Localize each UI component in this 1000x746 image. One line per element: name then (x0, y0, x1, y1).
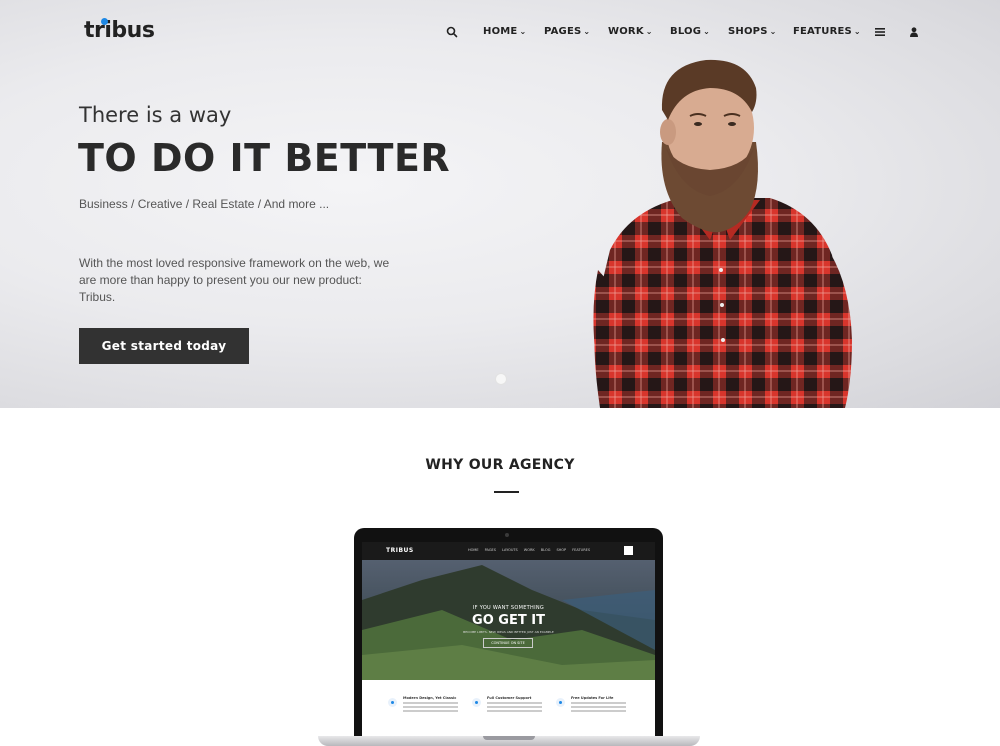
hero-headline: TO DO IT BETTER (78, 136, 451, 180)
user-icon (388, 698, 397, 707)
nav-item-label: BLOG (670, 26, 702, 37)
screen-brand: TRIBUS (386, 547, 414, 554)
nav-item-shops[interactable]: SHOPS ⌄ (728, 26, 777, 37)
screen-nav-link: LAYOUTS (502, 548, 518, 552)
screen-feature-title: Full Customer Support (487, 696, 532, 700)
hero-eyebrow: There is a way (79, 103, 232, 127)
nav-item-work[interactable]: WORK ⌄ (608, 26, 653, 37)
nav-item-label: FEATURES (793, 26, 852, 37)
nav-item-label: WORK (608, 26, 644, 37)
nav-item-blog[interactable]: BLOG ⌄ (670, 26, 710, 37)
screen-eyebrow: IF YOU WANT SOMETHING (472, 605, 545, 611)
screen-nav-link: WORK (523, 548, 535, 552)
screen-nav-link: BLOG (540, 548, 551, 552)
laptop-bezel: TRIBUS HOME PAGES LAYOUTS WORK BLOG SHOP… (354, 528, 663, 738)
screen-nav: TRIBUS HOME PAGES LAYOUTS WORK BLOG SHOP… (362, 542, 655, 560)
screen-nav-link: HOME (468, 548, 479, 552)
user-icon[interactable] (908, 26, 920, 38)
user-icon (472, 698, 481, 707)
screen-feature: Free Updates For Life (556, 696, 646, 726)
nav-item-label: PAGES (544, 26, 582, 37)
nav-item-features[interactable]: FEATURES ⌄ (793, 26, 861, 37)
screen-feature: Full Customer Support (472, 696, 562, 726)
screen-feature-title: Modern Design, Yet Classic (403, 696, 457, 700)
screen-nav-link: SHOP (556, 548, 567, 552)
screen-feature-title: Free Updates For Life (571, 696, 614, 700)
chevron-down-icon: ⌄ (703, 27, 711, 36)
chevron-down-icon: ⌄ (769, 27, 777, 36)
screen-subline: BECOME LIMITS. NEW IDEAS AND BETTER JUST… (463, 630, 554, 634)
screen-nav-link: FEATURES (572, 548, 591, 552)
screen-feature: Modern Design, Yet Classic (388, 696, 478, 726)
chevron-down-icon: ⌄ (853, 27, 861, 36)
laptop-notch (483, 736, 535, 740)
nav-item-pages[interactable]: PAGES ⌄ (544, 26, 590, 37)
nav-item-home[interactable]: HOME ⌄ (483, 26, 526, 37)
camera-dot (505, 533, 509, 537)
screen-continue-button: CONTINUE ON SITE (483, 638, 533, 648)
nav-item-label: SHOPS (728, 26, 768, 37)
nav-item-label: HOME (483, 26, 518, 37)
hamburger-icon[interactable] (874, 26, 886, 38)
laptop-mockup: TRIBUS HOME PAGES LAYOUTS WORK BLOG SHOP… (318, 528, 700, 746)
screen-nav-button (624, 546, 633, 555)
get-started-button[interactable]: Get started today (79, 328, 249, 364)
hero-section: tribus HOME ⌄ PAGES ⌄ WORK ⌄ BLOG ⌄ SHOPS ⌄ F… (0, 0, 1000, 408)
section-title: WHY OUR AGENCY (425, 457, 575, 473)
screen-nav-links: HOME PAGES LAYOUTS WORK BLOG SHOP FEATUR… (468, 548, 590, 552)
hero-description: With the most loved responsive framework… (79, 256, 390, 304)
chevron-down-icon: ⌄ (583, 27, 591, 36)
hero-subline: Business / Creative / Real Estate / And … (79, 197, 330, 211)
hero-person-image (593, 59, 852, 408)
screen-feature-text (571, 702, 626, 704)
section-divider (494, 491, 519, 493)
screen-feature-text (487, 702, 542, 704)
search-icon[interactable] (446, 26, 458, 38)
main-nav: HOME ⌄ PAGES ⌄ WORK ⌄ BLOG ⌄ SHOPS ⌄ FEATURES… (0, 26, 1000, 40)
screen-nav-link: PAGES (484, 548, 496, 552)
laptop-screen: TRIBUS HOME PAGES LAYOUTS WORK BLOG SHOP… (362, 542, 655, 738)
slider-dot[interactable] (495, 373, 507, 385)
logo-dot (101, 18, 108, 25)
screen-feature-text (403, 702, 458, 704)
chevron-down-icon: ⌄ (645, 27, 653, 36)
screen-headline: GO GET IT (472, 613, 545, 628)
chevron-down-icon: ⌄ (519, 27, 527, 36)
users-icon (556, 698, 565, 707)
